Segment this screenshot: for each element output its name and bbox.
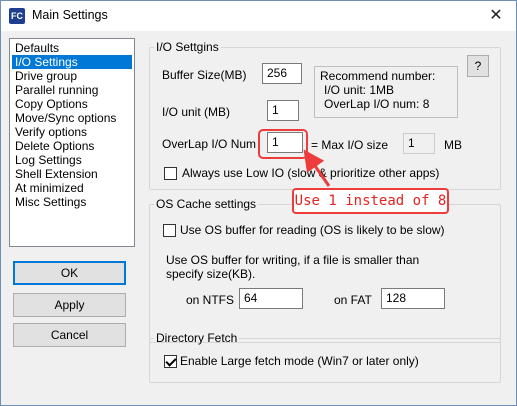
annotation-callout: Use 1 instead of 8 — [292, 188, 449, 214]
window-title: Main Settings — [32, 8, 108, 22]
close-button[interactable]: ✕ — [476, 1, 516, 31]
main-settings-window: FC Main Settings ✕ Defaults I/O Settings… — [0, 0, 517, 406]
annotation-arrow-icon — [303, 149, 331, 187]
app-icon: FC — [9, 8, 25, 24]
dialog-client-area: Defaults I/O Settings Drive group Parall… — [1, 31, 516, 405]
title-bar: FC Main Settings ✕ — [1, 1, 516, 31]
